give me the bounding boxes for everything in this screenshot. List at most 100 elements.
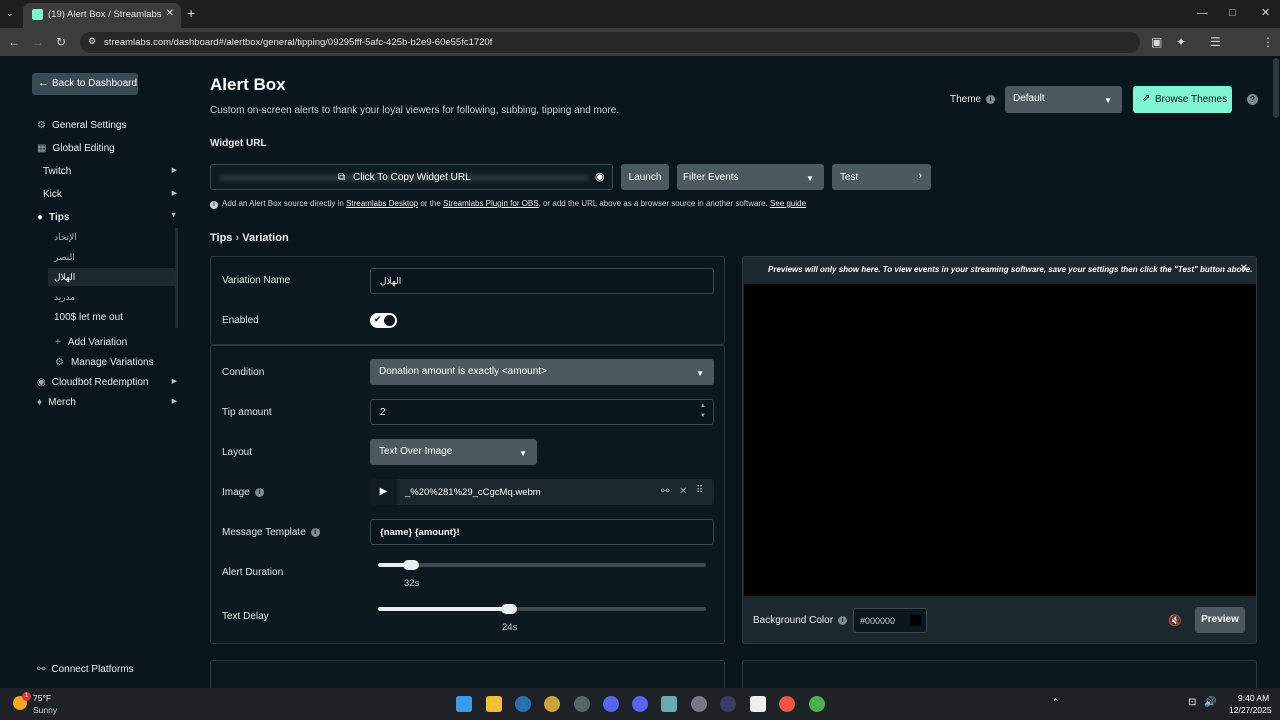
preview-button[interactable]: Preview (1195, 607, 1245, 633)
sidebar-item-twitch[interactable]: Twitch ▶ (43, 166, 177, 177)
text-delay-handle[interactable] (501, 604, 518, 614)
link-icon[interactable]: ⚯ (661, 486, 669, 497)
minimize-icon[interactable]: — (1197, 8, 1207, 20)
chrome-icon[interactable] (779, 696, 795, 712)
sidebar-item-global-editing[interactable]: ▦ Global Editing (37, 143, 177, 154)
add-variation-button[interactable]: + Add Variation (55, 337, 127, 348)
variation-list: الإتحاد النصر الهلال مدريد 100$ let me o… (48, 228, 178, 328)
plus-icon: + (55, 337, 61, 348)
variation-item-2[interactable]: النصر (54, 252, 75, 263)
back-icon[interactable]: ← (8, 36, 20, 48)
condition-select[interactable]: Donation amount is exactly <amount> ▼ (370, 359, 714, 385)
discord-alt-icon[interactable] (632, 696, 648, 712)
forward-icon[interactable]: → (32, 36, 44, 48)
tab-close-icon[interactable]: ✕ (166, 8, 174, 19)
sidebar-item-kick[interactable]: Kick ▶ (43, 189, 177, 200)
browse-themes-button[interactable]: ⇗ Browse Themes (1133, 86, 1232, 113)
app-curve-icon[interactable] (691, 696, 707, 712)
tab-list-icon[interactable]: ⌄ (6, 7, 14, 19)
manage-variations-button[interactable]: ⚙ Manage Variations (55, 357, 154, 368)
app-tool-icon[interactable] (661, 696, 677, 712)
app-camera-icon[interactable] (750, 696, 766, 712)
close-notice-icon[interactable]: ✕ (1240, 263, 1248, 274)
info-icon[interactable]: i (838, 615, 848, 625)
info-icon[interactable]: i (310, 527, 320, 537)
sidebar-item-merch[interactable]: ♦ Merch ▶ (37, 397, 177, 408)
app-arrow-icon[interactable] (720, 696, 736, 712)
preview-notice: Previews will only show here. To view ev… (768, 265, 1253, 274)
color-swatch[interactable] (910, 615, 921, 626)
alert-duration-handle[interactable] (402, 560, 419, 570)
site-info-icon[interactable]: ⚙ (88, 36, 96, 47)
new-tab-icon[interactable]: + (187, 6, 195, 20)
mute-icon[interactable]: 🔇 (1168, 614, 1182, 627)
image-label: Image i (222, 487, 264, 498)
stepper-down-icon[interactable]: ▼ (700, 413, 706, 419)
background-color-input[interactable]: #000000 (853, 608, 927, 633)
info-icon[interactable]: i (254, 487, 264, 497)
eye-icon[interactable]: ◉ (595, 170, 605, 183)
obs-plugin-link[interactable]: Streamlabs Plugin for OBS (443, 199, 539, 208)
merch-label: Merch (48, 397, 76, 408)
wifi-icon[interactable]: ⊡ (1188, 697, 1196, 708)
back-to-dashboard-button[interactable]: ← Back to Dashboard (32, 73, 138, 95)
variation-name-input[interactable]: الهلال (370, 268, 714, 294)
app-icon[interactable] (544, 696, 560, 712)
gallery-grid-icon[interactable]: ⠿ (696, 485, 703, 496)
chrome-active-icon[interactable] (809, 696, 825, 712)
layout-select[interactable]: Text Over Image ▼ (370, 439, 537, 465)
text-delay-slider[interactable] (378, 604, 706, 614)
alert-duration-slider[interactable] (378, 560, 706, 570)
filter-events-select[interactable]: Filter Events ▼ (677, 164, 824, 190)
connect-platforms-link[interactable]: ⚯ Connect Platforms (37, 664, 177, 675)
see-guide-link[interactable]: See guide (770, 199, 806, 208)
window-close-icon[interactable]: ✕ (1261, 7, 1270, 19)
media-icon[interactable]: ☰ (1210, 36, 1221, 48)
steam-icon[interactable] (515, 696, 531, 712)
sidebar-item-general-settings[interactable]: ⚙ General Settings (37, 120, 177, 131)
browser-tab[interactable]: (19) Alert Box / Streamlabs ✕ (23, 3, 181, 28)
theme-select[interactable]: Default ▼ (1005, 86, 1122, 113)
alert-duration-label: Alert Duration (222, 567, 284, 578)
browse-themes-label: Browse Themes (1155, 94, 1228, 105)
page-scrollbar[interactable] (1273, 58, 1279, 118)
extension-icon[interactable]: ▣ (1151, 36, 1162, 48)
variation-item-4[interactable]: مدريد (54, 292, 75, 303)
layout-label: Layout (222, 447, 253, 458)
breadcrumb-tips[interactable]: Tips (210, 232, 232, 244)
message-template-input[interactable]: {name} {amount}! (370, 519, 714, 545)
clock-date: 12/27/2025 (1229, 705, 1272, 715)
link-icon: ⚯ (37, 664, 46, 675)
test-button[interactable]: Test › (832, 164, 931, 190)
tip-amount-input[interactable]: 2 ▲ ▼ (370, 399, 714, 425)
info-icon[interactable]: i (986, 94, 996, 104)
sidebar-item-tips[interactable]: ● Tips ▼ (37, 212, 177, 223)
sidebar-item-cloudbot[interactable]: ◉ Cloudbot Redemption ▶ (37, 377, 177, 388)
kick-label: Kick (43, 189, 62, 200)
widget-url-field[interactable]: ⧉ Click To Copy Widget URL ◉ (210, 164, 613, 190)
variation-item-1[interactable]: الإتحاد (54, 232, 77, 243)
file-explorer-icon[interactable] (486, 696, 502, 712)
reload-icon[interactable]: ↻ (56, 36, 66, 48)
maximize-icon[interactable]: □ (1229, 7, 1236, 19)
copy-icon: ⧉ (338, 172, 346, 183)
help-icon[interactable]: ? (1247, 94, 1258, 105)
app-circle-icon[interactable] (574, 696, 590, 712)
breadcrumb-variation: Variation (242, 232, 289, 244)
tray-arrow-icon[interactable]: ⌃ (1052, 697, 1060, 708)
streamlabs-desktop-link[interactable]: Streamlabs Desktop (346, 199, 418, 208)
stepper-up-icon[interactable]: ▲ (700, 403, 706, 409)
variation-item-5[interactable]: 100$ let me out (54, 312, 123, 323)
menu-dots-icon[interactable]: ⋮ (1262, 36, 1274, 48)
discord-icon[interactable] (603, 696, 619, 712)
variation-item-3[interactable]: الهلال (54, 272, 75, 283)
volume-icon[interactable]: 🔊 (1204, 697, 1216, 708)
launch-button[interactable]: Launch (621, 164, 669, 190)
enabled-toggle[interactable]: ✔ (370, 313, 397, 328)
address-bar[interactable]: ⚙ streamlabs.com/dashboard#/alertbox/gen… (80, 32, 1140, 53)
theme-label-text: Theme (950, 94, 982, 105)
image-field[interactable]: ▶ _%20%281%29_cCgcMq.webm ⚯ ✕ ⠿ (370, 479, 714, 505)
windows-start-icon[interactable] (456, 696, 472, 712)
puzzle-icon[interactable]: ✦ (1176, 36, 1186, 48)
remove-icon[interactable]: ✕ (679, 486, 687, 497)
